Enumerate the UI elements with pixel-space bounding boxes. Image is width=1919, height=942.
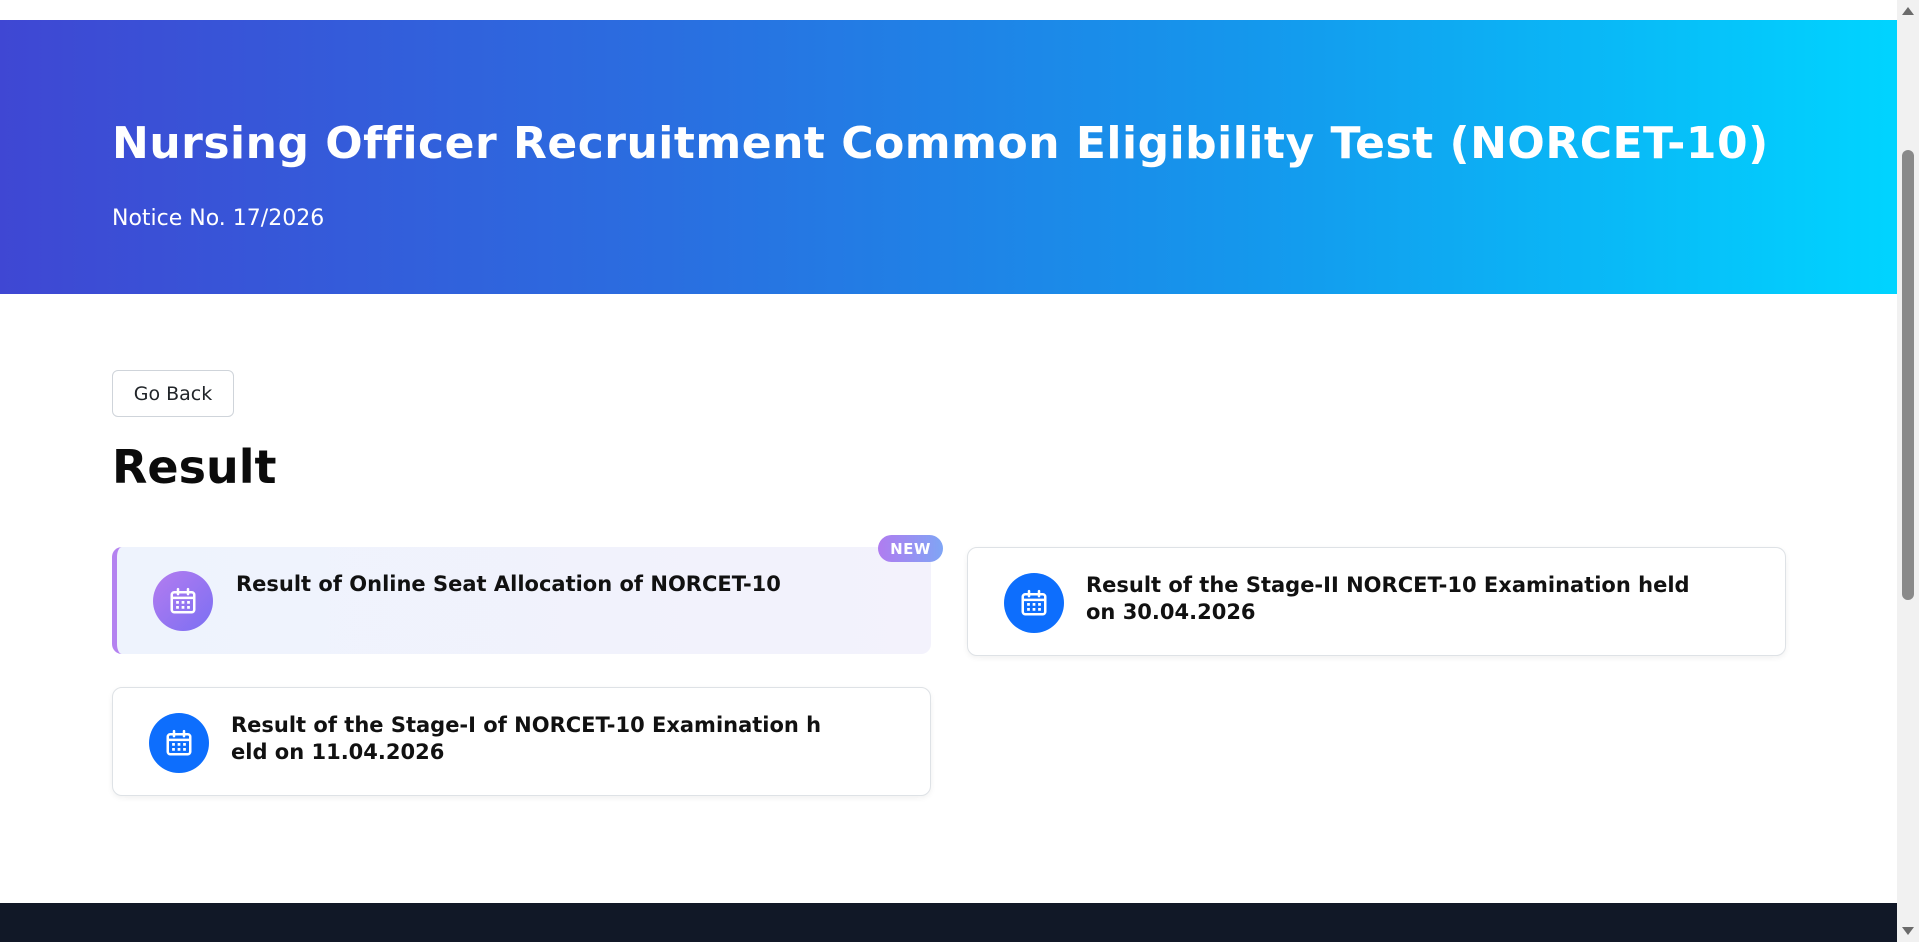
result-card-text: Result of the Stage-I of NORCET-10 Exami… bbox=[231, 713, 822, 764]
calendar-icon bbox=[1004, 573, 1064, 633]
page: Nursing Officer Recruitment Common Eligi… bbox=[0, 0, 1897, 942]
calendar-icon bbox=[149, 713, 209, 773]
go-back-button[interactable]: Go Back bbox=[112, 370, 234, 417]
calendar-icon-glyph bbox=[170, 587, 196, 614]
vertical-scrollbar[interactable] bbox=[1897, 0, 1919, 942]
scroll-down-arrow-icon[interactable] bbox=[1897, 922, 1919, 940]
result-card-stage-ii[interactable]: Result of the Stage-II NORCET-10 Examina… bbox=[967, 547, 1786, 656]
section-title: Result bbox=[112, 440, 277, 494]
result-card-stage-i[interactable]: Result of the Stage-I of NORCET-10 Exami… bbox=[112, 687, 931, 796]
scroll-up-arrow-icon[interactable] bbox=[1897, 2, 1919, 20]
new-badge: NEW bbox=[878, 535, 943, 562]
notice-number: Notice No. 17/2026 bbox=[112, 206, 325, 231]
result-card-text: Result of Online Seat Allocation of NORC… bbox=[236, 572, 781, 596]
hero-banner: Nursing Officer Recruitment Common Eligi… bbox=[0, 20, 1897, 294]
footer bbox=[0, 903, 1897, 942]
browser-viewport: Nursing Officer Recruitment Common Eligi… bbox=[0, 0, 1919, 942]
scrollbar-thumb[interactable] bbox=[1902, 150, 1914, 600]
calendar-icon-glyph bbox=[1021, 589, 1047, 616]
calendar-icon bbox=[153, 571, 213, 631]
calendar-icon-glyph bbox=[166, 729, 192, 756]
result-card-text: Result of the Stage-II NORCET-10 Examina… bbox=[1086, 573, 1690, 624]
page-title: Nursing Officer Recruitment Common Eligi… bbox=[112, 118, 1769, 169]
result-card-seat-allocation[interactable]: Result of Online Seat Allocation of NORC… bbox=[112, 547, 931, 654]
